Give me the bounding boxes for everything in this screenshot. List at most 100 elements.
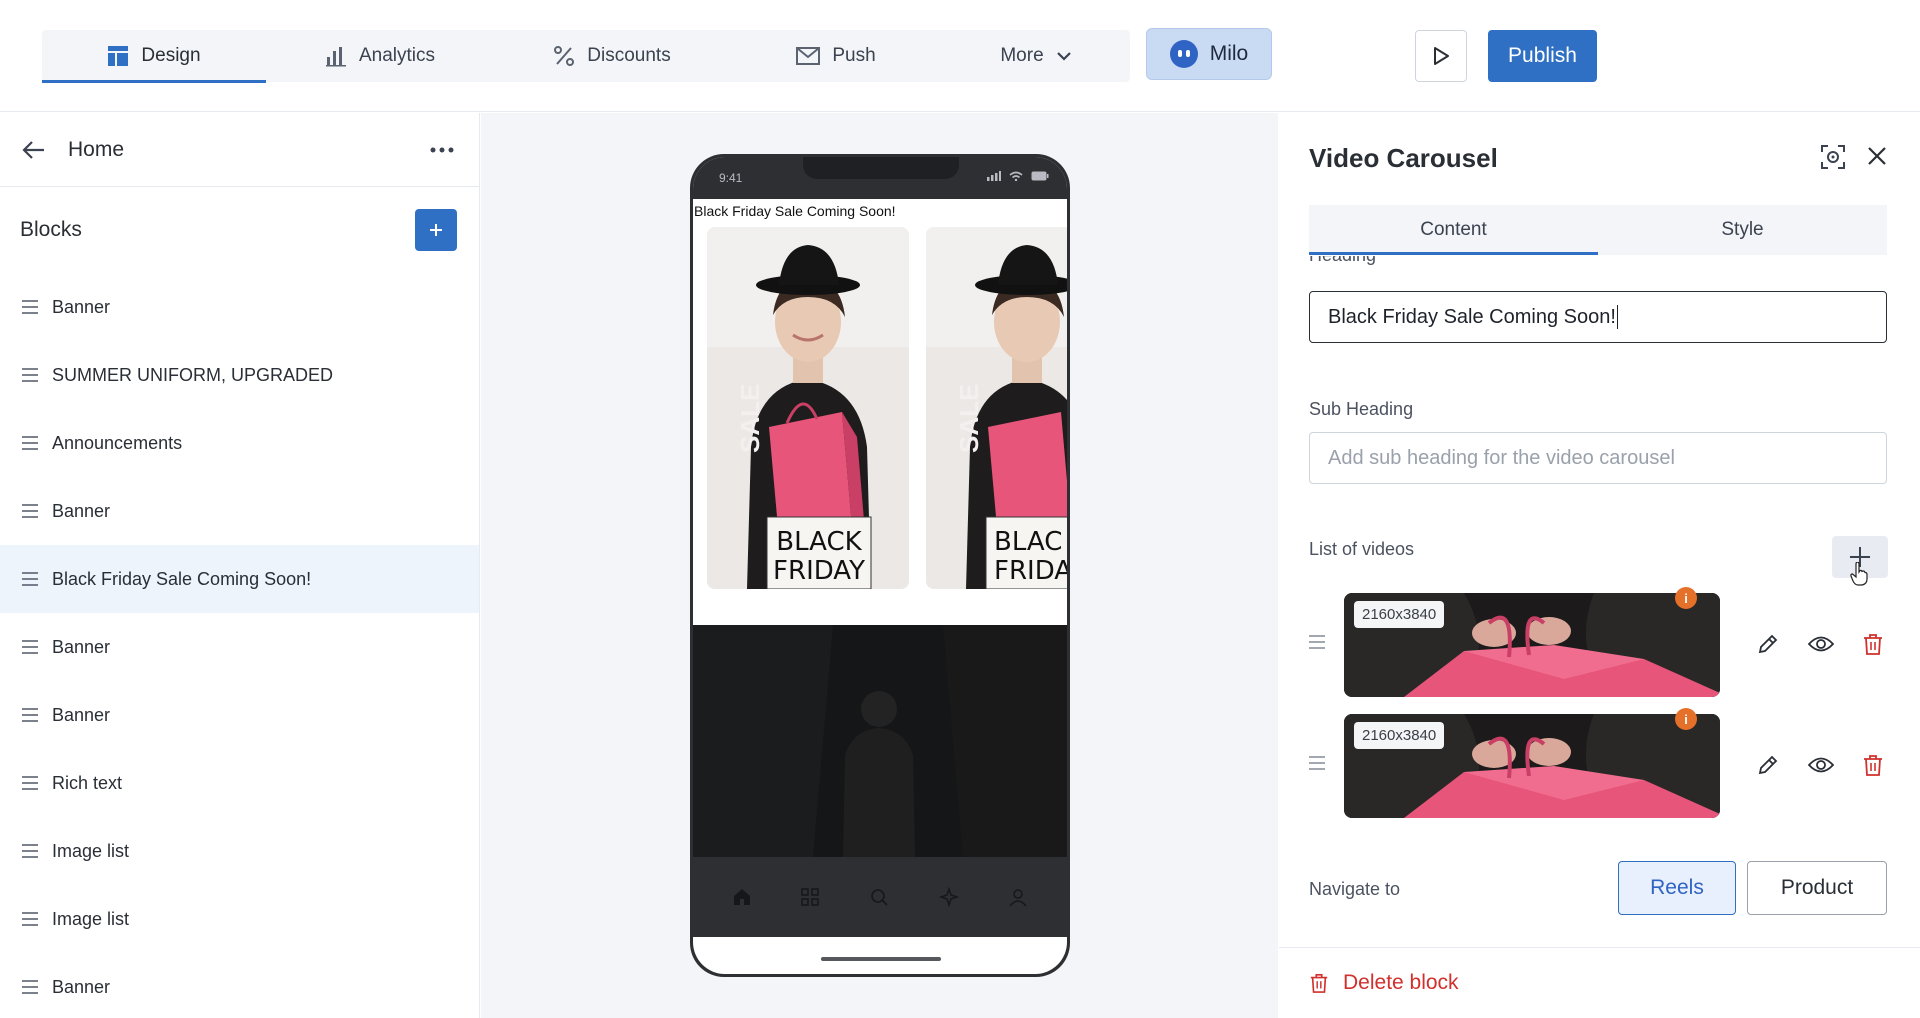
banner-image-runner: [693, 625, 1067, 857]
edit-icon[interactable]: [1757, 633, 1779, 655]
tab-push[interactable]: Push: [730, 30, 942, 82]
video-thumbnail-shopper: SALE BLAC FRIDA: [926, 227, 1067, 589]
eye-icon[interactable]: [1808, 633, 1834, 655]
drag-handle-icon[interactable]: [22, 980, 38, 994]
drag-handle-icon[interactable]: [22, 912, 38, 926]
tab-discounts[interactable]: Discounts: [494, 30, 730, 82]
block-item[interactable]: Banner: [0, 953, 479, 1018]
navigate-product-button[interactable]: Product: [1747, 861, 1887, 915]
drag-handle-icon[interactable]: [22, 572, 38, 586]
trash-icon[interactable]: [1862, 754, 1884, 776]
panel-tabs: Content Style: [1309, 205, 1887, 255]
delete-block-label: Delete block: [1343, 971, 1459, 994]
block-item-label: SUMMER UNIFORM, UPGRADED: [52, 364, 334, 385]
tab-more-label: More: [1000, 45, 1044, 66]
play-icon: [1434, 47, 1449, 65]
info-icon[interactable]: i: [1675, 708, 1697, 730]
status-bar: 9:41: [693, 157, 1067, 199]
user-icon[interactable]: [1008, 887, 1028, 907]
status-icons: [987, 171, 1049, 181]
drag-handle-icon[interactable]: [22, 300, 38, 314]
drag-handle-icon[interactable]: [1309, 756, 1325, 770]
block-item[interactable]: Announcements: [0, 409, 479, 477]
tab-design-label: Design: [141, 45, 201, 66]
video-reel-card[interactable]: SALE BLAC FRIDA: [926, 227, 1067, 589]
trash-icon: [1310, 974, 1328, 993]
drag-handle-icon[interactable]: [1309, 635, 1325, 649]
edit-icon[interactable]: [1757, 754, 1779, 776]
drag-handle-icon[interactable]: [22, 504, 38, 518]
drag-handle-icon[interactable]: [22, 708, 38, 722]
drag-handle-icon[interactable]: [22, 368, 38, 382]
block-item-label: Image list: [52, 840, 130, 861]
trash-icon[interactable]: [1862, 633, 1884, 655]
block-item[interactable]: Banner: [0, 477, 479, 545]
block-item[interactable]: Image list: [0, 817, 479, 885]
drag-handle-icon[interactable]: [22, 776, 38, 790]
navigate-reels-button[interactable]: Reels: [1618, 861, 1736, 915]
sign-text-1: BLAC: [994, 527, 1062, 557]
publish-button[interactable]: Publish: [1488, 30, 1597, 82]
heading-label: Heading: [1309, 256, 1376, 266]
back-arrow-icon[interactable]: [22, 140, 46, 160]
milo-assistant-button[interactable]: Milo: [1146, 28, 1272, 80]
video-list-item: 2160x3840 i: [1309, 587, 1887, 697]
preview-play-button[interactable]: [1415, 30, 1467, 82]
banner-preview[interactable]: [693, 625, 1067, 857]
plus-icon: [430, 224, 442, 236]
block-item-selected[interactable]: Black Friday Sale Coming Soon!: [0, 545, 479, 613]
text-caret: [1616, 305, 1618, 329]
video-dimensions-badge: 2160x3840: [1354, 601, 1445, 628]
tab-more[interactable]: More: [942, 30, 1130, 82]
bar-chart-icon: [325, 47, 346, 67]
more-options-icon[interactable]: [429, 137, 455, 163]
phone-tab-bar: [693, 857, 1067, 937]
sparkle-icon[interactable]: [938, 887, 959, 907]
tab-content[interactable]: Content: [1309, 205, 1598, 255]
sign-text-2: FRIDAY: [773, 556, 865, 586]
bag-sale-text: SALE: [954, 384, 984, 453]
delete-block-button[interactable]: Delete block: [1279, 947, 1920, 1018]
video-reel-card[interactable]: SALE BLACK FRIDAY: [707, 227, 909, 589]
milo-label: Milo: [1209, 42, 1249, 65]
block-item[interactable]: Rich text: [0, 749, 479, 817]
phone-preview: 9:41 Black Friday Sale Coming Soon! SALE…: [690, 154, 1070, 977]
search-icon[interactable]: [869, 887, 889, 907]
block-item[interactable]: Banner: [0, 681, 479, 749]
drag-handle-icon[interactable]: [22, 844, 38, 858]
drag-handle-icon[interactable]: [22, 640, 38, 654]
video-thumbnail[interactable]: 2160x3840: [1344, 593, 1720, 697]
add-block-button[interactable]: [415, 209, 457, 251]
status-time: 9:41: [719, 171, 743, 185]
home-icon[interactable]: [732, 887, 752, 907]
subheading-input[interactable]: Add sub heading for the video carousel: [1309, 432, 1887, 484]
sidebar-header: Home: [0, 113, 479, 187]
videos-list-label: List of videos: [1309, 539, 1415, 559]
block-item[interactable]: Banner: [0, 613, 479, 681]
tab-style[interactable]: Style: [1598, 205, 1887, 255]
drag-handle-icon[interactable]: [22, 436, 38, 450]
block-item-label: Banner: [52, 296, 111, 317]
percent-icon: [554, 46, 575, 66]
tab-push-label: Push: [832, 45, 876, 66]
block-item[interactable]: SUMMER UNIFORM, UPGRADED: [0, 341, 479, 409]
info-icon[interactable]: i: [1675, 587, 1697, 609]
block-item[interactable]: Image list: [0, 885, 479, 953]
block-item[interactable]: Banner: [0, 273, 479, 341]
heading-input-value: Black Friday Sale Coming Soon!: [1328, 305, 1616, 328]
video-thumbnail[interactable]: 2160x3840: [1344, 714, 1720, 818]
grid-icon[interactable]: [801, 888, 820, 906]
heading-input[interactable]: Black Friday Sale Coming Soon!: [1309, 291, 1887, 343]
close-icon[interactable]: [1867, 146, 1887, 166]
tab-design[interactable]: Design: [42, 30, 266, 83]
sign-text-1: BLACK: [776, 527, 862, 557]
mouse-cursor-icon: [1850, 562, 1868, 586]
blocks-title: Blocks: [20, 218, 82, 241]
focus-frame-icon[interactable]: [1820, 144, 1846, 170]
eye-icon[interactable]: [1808, 754, 1834, 776]
tab-analytics[interactable]: Analytics: [266, 30, 494, 82]
blocks-header: Blocks: [0, 187, 479, 273]
block-settings-panel: Video Carousel Content Style Heading Bla…: [1279, 113, 1920, 1018]
carousel-heading-preview: Black Friday Sale Coming Soon!: [694, 203, 896, 219]
video-thumbnail-shopper: SALE BLACK FRIDAY: [707, 227, 909, 589]
